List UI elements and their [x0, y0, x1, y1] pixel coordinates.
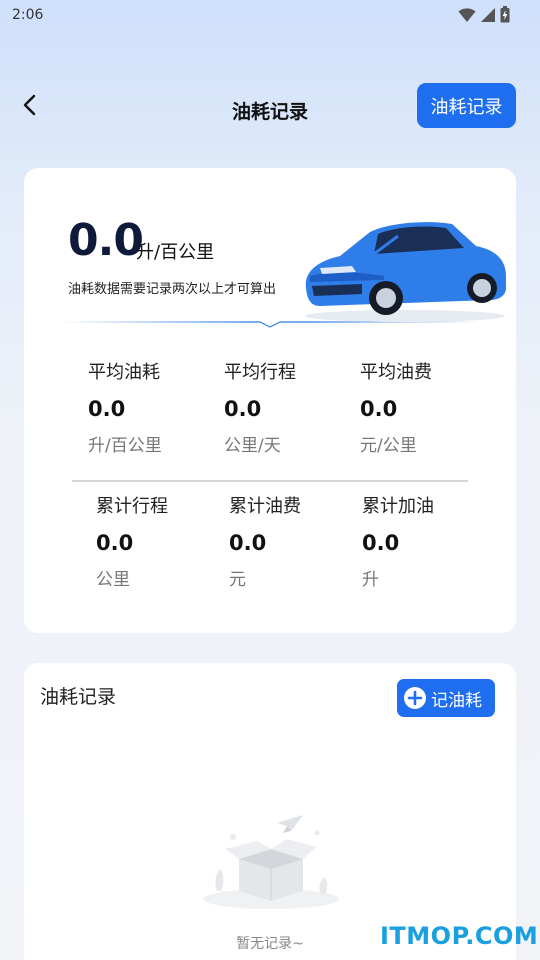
stat-total-fuel-cost: 累计油费 0.0 元 — [229, 492, 359, 590]
stat-label: 累计油费 — [229, 496, 301, 517]
battery-icon — [500, 6, 510, 23]
fuel-consumption-unit: 升/百公里 — [136, 242, 215, 263]
stat-unit: 升/百公里 — [88, 436, 162, 456]
stat-label: 平均油费 — [360, 362, 432, 383]
empty-box-icon — [203, 815, 339, 909]
stat-unit: 公里 — [96, 570, 130, 590]
stat-total-mileage: 累计行程 0.0 公里 — [96, 492, 226, 590]
signal-icon — [481, 7, 495, 22]
records-title: 油耗记录 — [40, 686, 117, 708]
add-record-button[interactable]: 记油耗 — [397, 679, 495, 717]
stat-unit: 升 — [362, 570, 379, 590]
stat-unit: 公里/天 — [224, 436, 281, 456]
stats-divider — [72, 480, 468, 482]
stat-value: 0.0 — [96, 531, 134, 555]
stat-unit: 元/公里 — [360, 436, 417, 456]
summary-card: 0.0 升/百公里 油耗数据需要记录两次以上才可算出 平均油耗 0.0 升/百公… — [24, 168, 516, 633]
calculation-hint: 油耗数据需要记录两次以上才可算出 — [68, 282, 277, 297]
stat-average-fuel-cost: 平均油费 0.0 元/公里 — [360, 358, 490, 456]
stat-value: 0.0 — [362, 531, 400, 555]
plus-circle-icon — [404, 687, 426, 709]
status-bar: 2:06 — [0, 0, 540, 32]
watermark-logo: ITMOP.COM — [380, 922, 539, 950]
stat-label: 累计加油 — [362, 496, 434, 517]
add-record-label: 记油耗 — [431, 690, 482, 711]
stat-value: 0.0 — [229, 531, 267, 555]
stat-label: 平均油耗 — [88, 362, 160, 383]
stat-label: 平均行程 — [224, 362, 296, 383]
records-card: 油耗记录 记油耗 暂无记录~ — [24, 663, 516, 960]
stat-value: 0.0 — [224, 397, 262, 421]
stat-value: 0.0 — [360, 397, 398, 421]
wifi-icon — [458, 7, 476, 22]
stat-value: 0.0 — [88, 397, 126, 421]
stat-average-consumption: 平均油耗 0.0 升/百公里 — [88, 358, 218, 456]
stat-unit: 元 — [229, 570, 246, 590]
status-time: 2:06 — [12, 7, 44, 23]
stat-average-mileage: 平均行程 0.0 公里/天 — [224, 358, 354, 456]
stat-label: 累计行程 — [96, 496, 168, 517]
car-icon — [305, 222, 506, 322]
status-icons — [458, 6, 510, 23]
stat-total-refuel: 累计加油 0.0 升 — [362, 492, 492, 590]
fuel-consumption-value: 0.0 — [68, 215, 144, 266]
fuel-records-button[interactable]: 油耗记录 — [417, 83, 516, 128]
